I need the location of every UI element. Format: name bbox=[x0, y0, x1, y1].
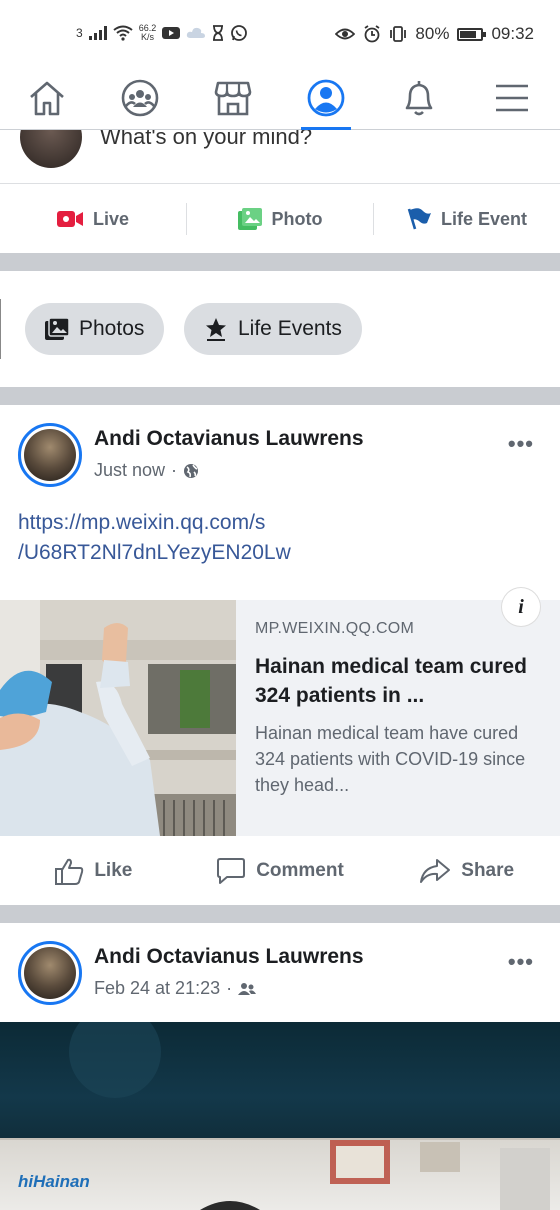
post-header: Andi Octavianus Lauwrens Just now · ••• bbox=[0, 405, 560, 493]
top-nav bbox=[0, 66, 560, 130]
video-watermark: hiHainan bbox=[18, 1172, 90, 1192]
profile-chips: Photos Life Events bbox=[0, 271, 560, 387]
composer[interactable]: What's on your mind? bbox=[0, 130, 560, 184]
post-link-line[interactable]: https://mp.weixin.qq.com/s bbox=[18, 508, 538, 538]
marketplace-icon bbox=[214, 81, 252, 116]
avatar[interactable] bbox=[20, 130, 82, 168]
section-separator bbox=[0, 387, 560, 405]
photo-label: Photo bbox=[271, 208, 323, 229]
post-meta: Feb 24 at 21:23 · bbox=[94, 978, 257, 999]
cloud-icon bbox=[187, 27, 206, 38]
net-speed-unit: K/s bbox=[140, 32, 154, 42]
composer-actions: Live Photo Life Event bbox=[0, 185, 560, 253]
friends-icon bbox=[238, 982, 257, 995]
meta-dot: · bbox=[226, 978, 233, 998]
avatar-photo bbox=[24, 947, 76, 999]
status-bar: 3 66.2 K/s 80% 09:32 bbox=[0, 0, 560, 66]
composer-prompt[interactable]: What's on your mind? bbox=[100, 130, 312, 150]
status-left: 3 66.2 K/s bbox=[76, 24, 248, 42]
like-label: Like bbox=[94, 860, 133, 881]
avatar[interactable] bbox=[18, 423, 82, 487]
home-icon bbox=[30, 81, 64, 116]
nav-notifications[interactable] bbox=[384, 66, 454, 130]
post-time[interactable]: Just now bbox=[94, 460, 165, 481]
globe-icon bbox=[184, 463, 199, 478]
photos-icon bbox=[45, 318, 69, 340]
live-video-icon bbox=[56, 211, 83, 227]
whatsapp-icon bbox=[231, 25, 248, 41]
divider bbox=[0, 299, 1, 359]
link-preview-image bbox=[0, 600, 236, 836]
share-button[interactable]: Share bbox=[373, 858, 560, 884]
sim-slot-label: 3 bbox=[76, 26, 83, 40]
alarm-icon bbox=[364, 25, 380, 43]
link-description: Hainan medical team have cured 324 patie… bbox=[255, 723, 526, 795]
nav-menu[interactable] bbox=[477, 66, 547, 130]
photo-button[interactable]: Photo bbox=[187, 208, 373, 230]
avatar-photo bbox=[24, 429, 76, 481]
youtube-icon bbox=[162, 27, 181, 39]
life-event-button[interactable]: Life Event bbox=[374, 207, 560, 231]
link-domain: MP.WEIXIN.QQ.COM bbox=[255, 620, 415, 637]
link-preview-card[interactable]: MP.WEIXIN.QQ.COM Hainan medical team cur… bbox=[0, 600, 560, 836]
battery-percent: 80% bbox=[415, 24, 450, 43]
nav-home[interactable] bbox=[12, 66, 82, 130]
star-icon bbox=[206, 318, 226, 341]
vibrate-icon bbox=[390, 26, 407, 42]
clock: 09:32 bbox=[491, 24, 534, 43]
share-label: Share bbox=[461, 860, 515, 881]
comment-icon bbox=[217, 858, 246, 884]
life-events-chip-label: Life Events bbox=[238, 317, 342, 340]
info-icon[interactable]: i bbox=[502, 588, 540, 626]
post-actions: Like Comment Share bbox=[0, 838, 560, 904]
net-speed: 66.2 K/s bbox=[139, 24, 157, 42]
photo-icon bbox=[237, 208, 262, 230]
battery-fill bbox=[460, 30, 477, 38]
post-meta: Just now · bbox=[94, 460, 199, 481]
hourglass-icon bbox=[213, 25, 224, 41]
post-video[interactable]: hiHainan bbox=[0, 1022, 560, 1210]
meta-dot: · bbox=[171, 460, 178, 480]
live-label: Live bbox=[92, 208, 130, 229]
more-options-button[interactable]: ••• bbox=[508, 431, 534, 457]
live-button[interactable]: Live bbox=[0, 209, 186, 230]
comment-label: Comment bbox=[256, 860, 344, 881]
profile-icon bbox=[307, 79, 345, 117]
more-options-button[interactable]: ••• bbox=[508, 949, 534, 975]
nav-marketplace[interactable] bbox=[198, 66, 268, 130]
nav-profile[interactable] bbox=[291, 66, 361, 130]
like-button[interactable]: Like bbox=[0, 857, 187, 885]
avatar[interactable] bbox=[18, 941, 82, 1005]
section-separator bbox=[0, 905, 560, 923]
thumbs-up-icon bbox=[55, 858, 84, 885]
comment-button[interactable]: Comment bbox=[187, 857, 374, 885]
battery-icon bbox=[457, 27, 487, 41]
life-events-chip[interactable]: Life Events bbox=[184, 303, 362, 355]
post-link-text[interactable]: https://mp.weixin.qq.com/s /U68RT2Nl7dnL… bbox=[18, 508, 538, 568]
photos-chip[interactable]: Photos bbox=[25, 303, 165, 355]
wifi-icon bbox=[113, 25, 133, 41]
life-event-label: Life Event bbox=[440, 208, 528, 229]
signal-icon bbox=[88, 26, 107, 40]
status-right: 80% 09:32 bbox=[335, 24, 534, 44]
post-time[interactable]: Feb 24 at 21:23 bbox=[94, 978, 220, 999]
watermark-prefix: hi bbox=[18, 1172, 34, 1191]
menu-icon bbox=[496, 84, 528, 112]
nav-groups[interactable] bbox=[105, 66, 175, 130]
link-preview-info: MP.WEIXIN.QQ.COM Hainan medical team cur… bbox=[255, 620, 545, 798]
eye-icon bbox=[335, 28, 356, 40]
post-author[interactable]: Andi Octavianus Lauwrens bbox=[94, 427, 364, 451]
photos-chip-label: Photos bbox=[79, 317, 145, 340]
link-title[interactable]: Hainan medical team cured 324 patients i… bbox=[255, 652, 545, 710]
watermark-text: Hainan bbox=[33, 1172, 90, 1191]
share-icon bbox=[420, 859, 451, 883]
post-header: Andi Octavianus Lauwrens Feb 24 at 21:23… bbox=[0, 923, 560, 1011]
bell-icon bbox=[405, 81, 433, 116]
flag-icon bbox=[407, 208, 431, 230]
section-separator bbox=[0, 253, 560, 271]
post-link-line[interactable]: /U68RT2Nl7dnLYezyEN20Lw bbox=[18, 538, 538, 568]
groups-icon bbox=[121, 79, 159, 117]
hospital-photo bbox=[0, 600, 236, 836]
post-author[interactable]: Andi Octavianus Lauwrens bbox=[94, 945, 364, 969]
